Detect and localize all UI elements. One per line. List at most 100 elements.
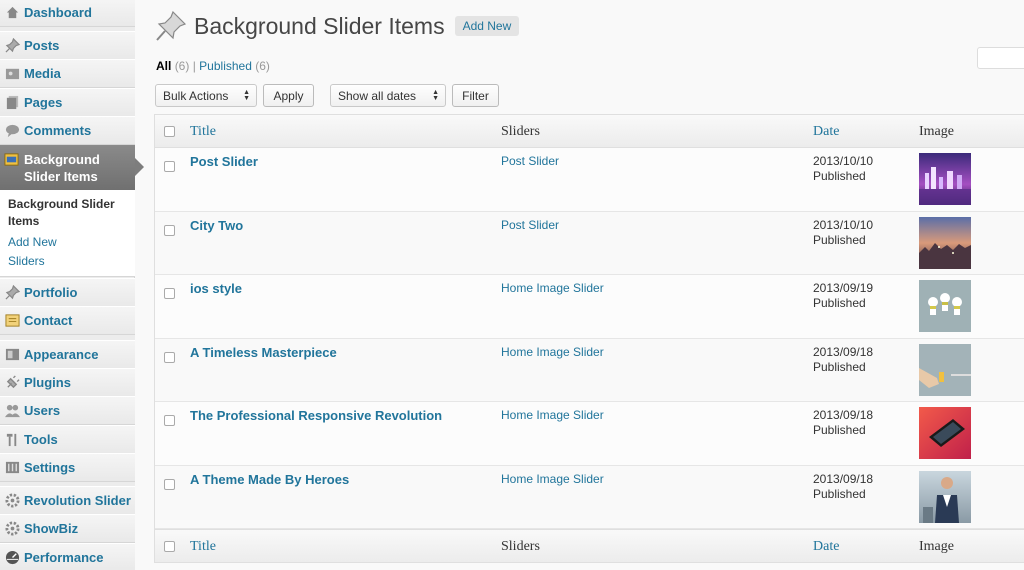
row-status: Published	[813, 169, 866, 183]
row-date: 2013/09/18 Published	[813, 472, 873, 502]
select-all-checkbox-footer[interactable]	[164, 541, 175, 552]
search-input[interactable]	[977, 47, 1024, 69]
row-slider-link[interactable]: Home Image Slider	[501, 345, 604, 359]
menu-label: Dashboard	[24, 5, 92, 20]
filter-published-count: (6)	[255, 59, 270, 73]
menu-label: Settings	[24, 460, 76, 475]
row-title-link[interactable]: ios style	[190, 281, 242, 296]
menu-label: Plugins	[24, 375, 71, 390]
row-title-link[interactable]: Post Slider	[190, 154, 258, 169]
table-row: Post Slider Post Slider 2013/10/10 Publis…	[155, 148, 1024, 212]
row-thumbnail[interactable]	[919, 343, 971, 396]
row-slider-link[interactable]: Post Slider	[501, 218, 559, 232]
row-date: 2013/09/18 Published	[813, 408, 873, 438]
row-date-value: 2013/10/10	[813, 154, 874, 168]
menu-performance[interactable]: Performance	[0, 543, 135, 570]
row-checkbox[interactable]	[164, 161, 175, 172]
menu-revolution-slider[interactable]: Revolution Slider	[0, 486, 135, 515]
row-thumbnail[interactable]	[919, 470, 971, 523]
row-title-link[interactable]: A Timeless Masterpiece	[190, 345, 337, 360]
row-checkbox[interactable]	[164, 351, 175, 363]
row-slider-link[interactable]: Post Slider	[501, 154, 559, 168]
page-title: Background Slider Items	[194, 12, 445, 39]
bulk-actions-select[interactable]: Bulk Actions ▲ ▼	[155, 84, 257, 107]
filter-all[interactable]: All	[156, 59, 171, 73]
menu-label: Portfolio	[24, 285, 78, 300]
apply-button[interactable]: Apply	[263, 84, 314, 107]
row-thumbnail[interactable]	[919, 153, 971, 205]
filter-published[interactable]: Published	[199, 59, 252, 73]
menu-plugins[interactable]: Plugins	[0, 368, 135, 397]
table-row: ios style Home Image Slider 2013/09/19 Pu…	[155, 275, 1024, 339]
menu-comments[interactable]: Comments	[0, 116, 135, 145]
row-checkbox[interactable]	[164, 224, 175, 236]
row-thumbnail[interactable]	[919, 407, 971, 459]
menu-posts[interactable]: Posts	[0, 31, 135, 60]
admin-sidebar: Dashboard Posts Media Pages Comments Bac…	[0, 0, 144, 570]
menu-media[interactable]: Media	[0, 59, 135, 88]
menu-label: Appearance	[24, 347, 99, 362]
menu-showbiz[interactable]: ShowBiz	[0, 514, 135, 543]
row-title-link[interactable]: A Theme Made By Heroes	[190, 472, 349, 487]
row-slider-link[interactable]: Home Image Slider	[501, 472, 604, 486]
filter-all-count: (6)	[174, 59, 190, 73]
menu-pages[interactable]: Pages	[0, 88, 135, 117]
menu-appearance[interactable]: Appearance	[0, 340, 135, 369]
row-date-value: 2013/10/10	[813, 217, 874, 232]
submenu-add-new[interactable]: Add New	[8, 233, 135, 252]
menu-label: Comments	[24, 123, 92, 138]
row-slider-link[interactable]: Home Image Slider	[501, 408, 604, 422]
menu-label: Tools	[24, 432, 58, 447]
row-status: Published	[813, 423, 866, 437]
row-checkbox[interactable]	[164, 415, 175, 426]
menu-label: Posts	[24, 38, 60, 53]
column-image: Image	[919, 124, 954, 139]
menu-label: Background Slider Items	[24, 152, 100, 184]
submenu-all-items[interactable]: Background Slider Items	[8, 196, 135, 230]
row-date: 2013/10/10 Published	[813, 154, 873, 184]
row-checkbox[interactable]	[164, 478, 175, 490]
figures-grey-image	[919, 280, 971, 332]
menu-label: Contact	[24, 313, 73, 328]
pushpin-icon	[156, 10, 187, 41]
date-filter-select[interactable]: Show all dates ▲ ▼	[330, 84, 446, 107]
menu-contact[interactable]: Contact	[0, 306, 135, 335]
row-thumbnail[interactable]	[919, 280, 971, 332]
menu-dashboard[interactable]: Dashboard	[0, 0, 135, 27]
users-icon	[4, 403, 20, 419]
add-new-button[interactable]: Add New	[454, 16, 520, 36]
row-status: Published	[813, 296, 866, 310]
column-date[interactable]: Date	[813, 124, 839, 140]
table-row: A Timeless Masterpiece Home Image Slider…	[155, 338, 1024, 402]
row-date-value: 2013/09/18	[813, 408, 874, 422]
row-title-link[interactable]: City Two	[190, 218, 243, 233]
row-date-value: 2013/09/18	[813, 344, 874, 359]
menu-label: Performance	[24, 550, 104, 565]
city-sunset-image	[919, 216, 971, 269]
row-thumbnail[interactable]	[919, 216, 971, 269]
select-all-checkbox[interactable]	[164, 126, 175, 137]
column-title[interactable]: Title	[190, 124, 216, 140]
menu-tools[interactable]: Tools	[0, 425, 135, 454]
row-status: Published	[813, 486, 866, 501]
menu-label: Revolution Slider	[24, 493, 131, 508]
column-title-footer[interactable]: Title	[190, 539, 216, 555]
menu-users[interactable]: Users	[0, 396, 135, 425]
menu-background-slider-items[interactable]: Background Slider Items	[0, 145, 144, 190]
table-footer: Title Sliders Date Image	[155, 529, 1024, 562]
hero-man-image	[919, 470, 971, 523]
menu-portfolio[interactable]: Portfolio	[0, 278, 135, 307]
table-row: City Two Post Slider 2013/10/10 Published	[155, 211, 1024, 275]
bulk-actions-value: Bulk Actions	[163, 88, 229, 103]
column-image-footer: Image	[919, 539, 954, 554]
menu-label: ShowBiz	[24, 521, 79, 536]
menu-settings[interactable]: Settings	[0, 453, 135, 482]
pin-icon	[4, 38, 20, 54]
column-date-footer[interactable]: Date	[813, 539, 839, 555]
row-checkbox[interactable]	[164, 288, 175, 299]
row-title-link[interactable]: The Professional Responsive Revolution	[190, 408, 442, 423]
filter-button[interactable]: Filter	[452, 84, 499, 107]
submenu-sliders[interactable]: Sliders	[8, 252, 135, 271]
row-slider-link[interactable]: Home Image Slider	[501, 281, 604, 295]
row-date: 2013/09/18 Published	[813, 345, 873, 375]
